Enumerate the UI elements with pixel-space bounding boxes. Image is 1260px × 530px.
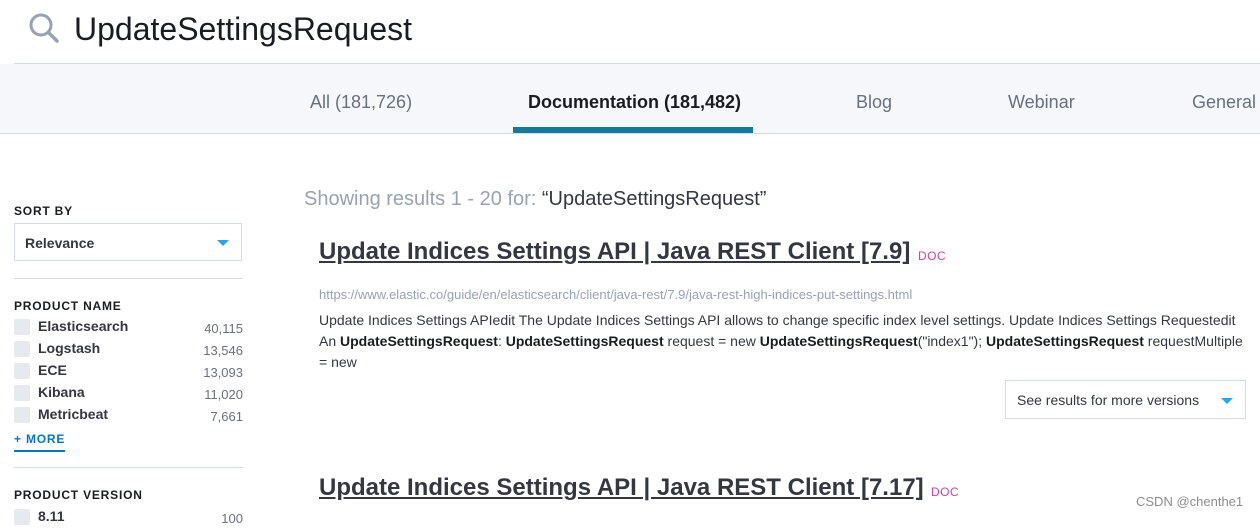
snippet-highlight: UpdateSettingsRequest [505, 333, 664, 349]
snippet-highlight: UpdateSettingsRequest [340, 333, 498, 349]
search-input[interactable] [74, 6, 1224, 52]
facet-name: Logstash [38, 340, 101, 356]
facet-count: 13,546 [203, 343, 243, 358]
active-tab-indicator [513, 127, 753, 133]
sidebar-divider [14, 467, 243, 468]
facet-count: 7,661 [210, 409, 243, 424]
more-versions-dropdown[interactable]: See results for more versions [1005, 380, 1246, 419]
snippet-text: ("index1"); [917, 333, 986, 349]
result-title-link[interactable]: Update Indices Settings API | Java REST … [319, 238, 910, 266]
sort-select[interactable]: Relevance [14, 223, 242, 261]
tab-all[interactable]: All (181,726) [310, 64, 412, 133]
facet-item[interactable]: Kibana 11,020 [14, 384, 243, 406]
results-summary-prefix: Showing results 1 - 20 for: [304, 188, 542, 210]
sort-select-value: Relevance [25, 235, 95, 251]
facet-name: ECE [38, 362, 67, 378]
tab-blog[interactable]: Blog [856, 64, 892, 133]
facet-checkbox[interactable] [14, 407, 30, 423]
facet-item[interactable]: ECE 13,093 [14, 362, 243, 384]
search-bar [0, 0, 1260, 64]
facet-item[interactable]: 8.11 100 [14, 508, 243, 530]
result-url: https://www.elastic.co/guide/en/elastics… [319, 287, 913, 302]
facet-item[interactable]: Metricbeat 7,661 [14, 406, 243, 428]
snippet-highlight: UpdateSettingsRequest [759, 333, 918, 349]
product-name-heading: PRODUCT NAME [14, 299, 122, 313]
search-icon [29, 13, 59, 43]
facet-checkbox[interactable] [14, 385, 30, 401]
tab-webinar[interactable]: Webinar [1008, 64, 1075, 133]
sort-by-heading: SORT BY [14, 204, 73, 218]
facet-name: Metricbeat [38, 406, 109, 422]
tab-general[interactable]: General [1192, 64, 1256, 133]
result-title-link[interactable]: Update Indices Settings API | Java REST … [319, 474, 924, 502]
tab-documentation[interactable]: Documentation (181,482) [528, 64, 741, 133]
facet-count: 100 [221, 511, 243, 526]
sidebar-divider [14, 278, 243, 279]
facet-checkbox[interactable] [14, 319, 30, 335]
facet-count: 11,020 [204, 387, 243, 402]
facet-checkbox[interactable] [14, 363, 30, 379]
facet-checkbox[interactable] [14, 341, 30, 357]
facet-count: 13,093 [203, 365, 243, 380]
results-summary: Showing results 1 - 20 for: “UpdateSetti… [304, 188, 766, 211]
result-tabs: All (181,726) Documentation (181,482) Bl… [0, 64, 1260, 134]
results-summary-query: “UpdateSettingsRequest” [541, 188, 767, 210]
facet-item[interactable]: Logstash 13,546 [14, 340, 243, 362]
facet-checkbox[interactable] [14, 509, 30, 525]
product-version-heading: PRODUCT VERSION [14, 488, 143, 502]
facet-name: 8.11 [38, 508, 65, 524]
more-versions-label: See results for more versions [1017, 392, 1200, 408]
facet-item[interactable]: Elasticsearch 40,115 [14, 318, 243, 340]
snippet-highlight: UpdateSettingsRequest [986, 333, 1144, 349]
watermark: CSDN @chenthe1 [1136, 494, 1244, 509]
chevron-down-icon [1221, 398, 1233, 404]
facet-count: 40,115 [204, 321, 243, 336]
result-snippet: Update Indices Settings APIedit The Upda… [319, 310, 1244, 373]
facet-name: Elasticsearch [38, 318, 129, 334]
facet-name: Kibana [38, 384, 85, 400]
chevron-down-icon [217, 240, 229, 246]
doc-badge: DOC [918, 249, 947, 263]
more-products-link[interactable]: + MORE [14, 432, 66, 452]
snippet-text: : [497, 333, 506, 349]
doc-badge: DOC [931, 485, 960, 499]
snippet-text: request = new [663, 333, 760, 349]
